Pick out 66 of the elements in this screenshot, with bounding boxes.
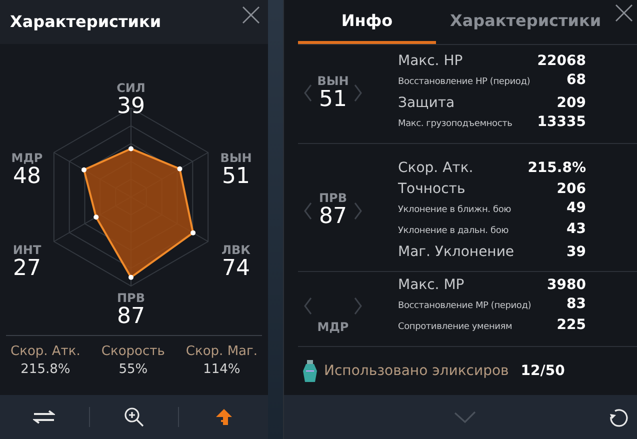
refresh-button[interactable]	[609, 407, 629, 427]
attribute-name: Макс. грузоподъемность	[398, 118, 512, 131]
speed-value: 55%	[118, 362, 148, 378]
close-icon[interactable]	[615, 4, 633, 22]
stat-value: 51	[319, 88, 347, 112]
stat-value: 87	[117, 304, 145, 329]
attribute-name: Макс. HP	[398, 52, 463, 71]
attribute-value: 3980	[547, 276, 586, 292]
attribute-name: Скор. Атк.	[398, 159, 474, 178]
attribute-name: Восстановление HP (период)	[398, 76, 530, 89]
potion-icon	[302, 359, 318, 383]
confirm-button[interactable]	[454, 410, 476, 424]
attribute-value: 49	[566, 200, 586, 216]
stat-label: ПРВ	[117, 292, 145, 305]
attribute-value: 215.8%	[528, 160, 586, 176]
attribute-name: Защита	[398, 94, 455, 113]
stat-label: МДР	[11, 152, 43, 165]
left-chevron-icon[interactable]	[304, 84, 312, 102]
zoom-in-icon	[124, 407, 144, 428]
attribute-value: 83	[566, 296, 586, 312]
right-chevron-icon[interactable]	[354, 297, 362, 315]
stat-label: ВЫН	[317, 74, 349, 88]
attribute-name: Уклонение в дальн. бою	[398, 225, 509, 238]
stat-value: 39	[117, 94, 145, 119]
swap-icon	[33, 410, 56, 424]
attribute-value: 39	[566, 244, 586, 260]
attribute-name: Макс. MP	[398, 276, 464, 294]
close-icon[interactable]	[242, 6, 260, 24]
attribute-name: Точность	[398, 180, 466, 199]
attribute-value: 22068	[537, 53, 586, 69]
speed-value: 215.8%	[20, 362, 70, 378]
attribute-value: 43	[566, 221, 586, 237]
up-arrow-icon	[214, 408, 233, 426]
elixir-count: 12/50	[520, 363, 565, 379]
stat-label: ВЫН	[220, 152, 252, 165]
attribute-value: 209	[556, 95, 586, 111]
attribute-value: 68	[566, 72, 586, 88]
stat-label: МДР	[317, 321, 349, 334]
speed-label: Скорость	[101, 344, 165, 360]
tab[interactable]: Инфо	[298, 0, 436, 44]
attribute-name: Уклонение в ближн. бою	[398, 204, 511, 217]
left-chevron-icon[interactable]	[304, 297, 312, 315]
attribute-name: Маг. Уклонение	[398, 243, 514, 262]
stat-label: ЛВК	[222, 244, 250, 257]
stat-value: 87	[319, 205, 347, 229]
tab[interactable]: Характеристики	[436, 0, 616, 44]
attribute-value: 225	[556, 316, 586, 332]
panel-title: Характеристики	[0, 0, 268, 44]
speed-label: Скор. Атк.	[10, 344, 80, 360]
left-chevron-icon[interactable]	[304, 202, 312, 220]
speed-label: Скор. Маг.	[186, 344, 258, 360]
stat-value: 74	[222, 256, 250, 281]
stat-value: 51	[222, 164, 250, 189]
stat-value: 27	[13, 256, 41, 281]
stat-label: СИЛ	[116, 82, 146, 95]
elixir-label: Использовано эликсиров	[324, 363, 509, 379]
right-chevron-icon[interactable]	[354, 84, 362, 102]
stat-label: ПРВ	[319, 192, 347, 205]
attribute-value: 13335	[537, 114, 586, 130]
attribute-value: 206	[556, 181, 586, 197]
attribute-name: Восстановление MP (период)	[398, 300, 532, 312]
stat-value: 48	[13, 164, 41, 189]
attribute-name: Сопротивление умениям	[398, 320, 512, 334]
stat-label: ИНТ	[12, 244, 42, 257]
speed-value: 114%	[203, 362, 240, 378]
right-chevron-icon[interactable]	[354, 202, 362, 220]
